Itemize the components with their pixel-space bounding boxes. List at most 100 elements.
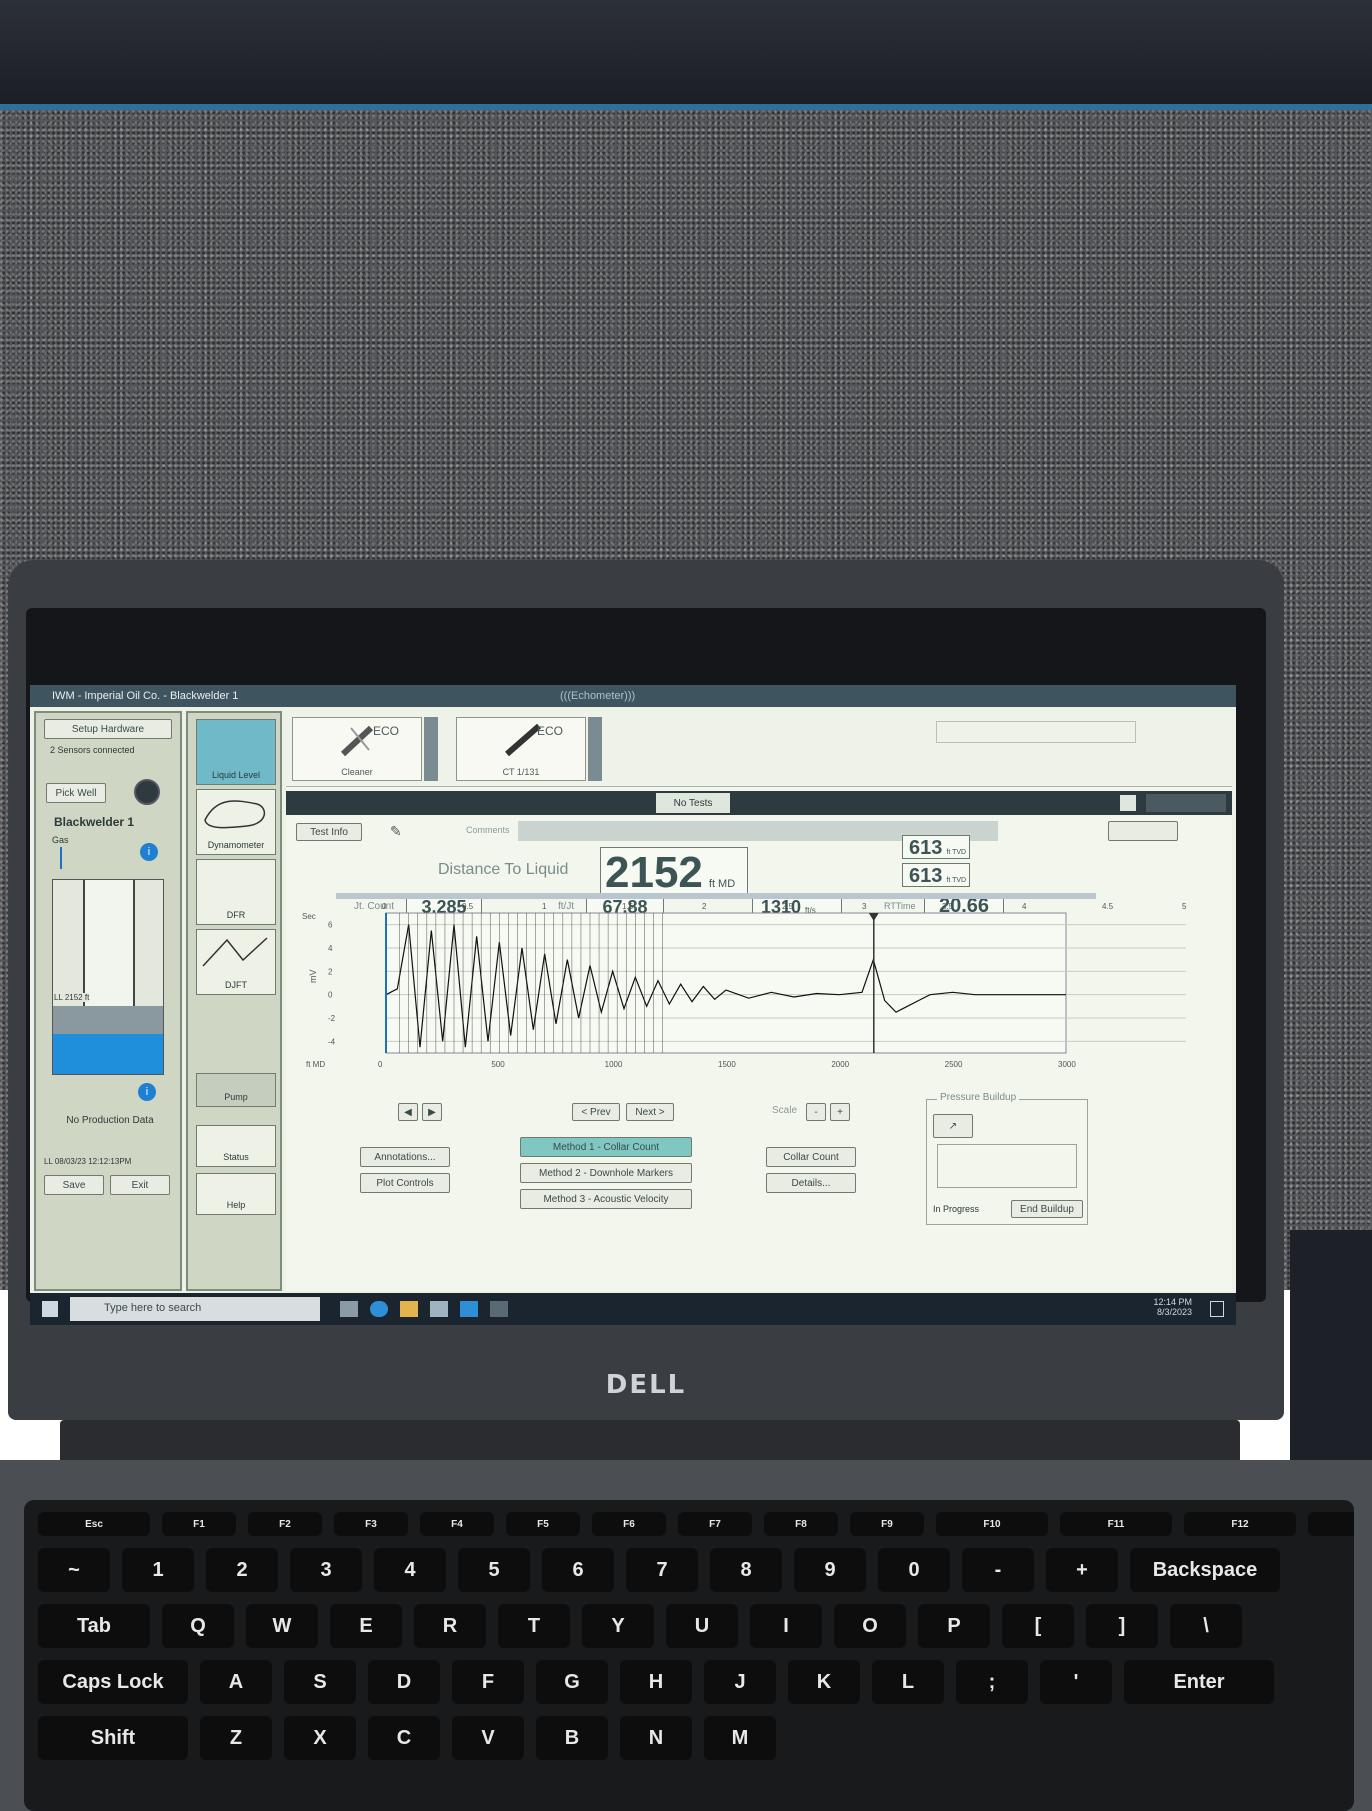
key-f5[interactable]: F5 — [506, 1512, 580, 1536]
info-icon-2[interactable]: i — [138, 1083, 156, 1101]
key-g[interactable]: G — [536, 1660, 608, 1704]
test-info-button[interactable]: Test Info — [296, 823, 362, 841]
scale-down-button[interactable]: - — [806, 1103, 826, 1121]
key-0[interactable]: 0 — [878, 1548, 950, 1592]
new-test-icon[interactable] — [1120, 795, 1136, 811]
key-m[interactable]: M — [704, 1716, 776, 1760]
tool-help[interactable]: Help — [196, 1173, 276, 1215]
key-v[interactable]: V — [452, 1716, 524, 1760]
mail-icon[interactable] — [460, 1301, 478, 1317]
key-9[interactable]: 9 — [794, 1548, 866, 1592]
key-[interactable]: + — [1046, 1548, 1118, 1592]
file-explorer-icon[interactable] — [400, 1301, 418, 1317]
key-prtscr[interactable]: PrtScr — [1308, 1512, 1354, 1536]
plot-controls-button[interactable]: Plot Controls — [360, 1173, 450, 1193]
setup-hardware-button[interactable]: Setup Hardware — [44, 719, 172, 739]
key-enter[interactable]: Enter — [1124, 1660, 1274, 1704]
key-y[interactable]: Y — [582, 1604, 654, 1648]
key-o[interactable]: O — [834, 1604, 906, 1648]
key-l[interactable]: L — [872, 1660, 944, 1704]
key-f2[interactable]: F2 — [248, 1512, 322, 1536]
key-r[interactable]: R — [414, 1604, 486, 1648]
key-f3[interactable]: F3 — [334, 1512, 408, 1536]
key-z[interactable]: Z — [200, 1716, 272, 1760]
key-[interactable]: [ — [1002, 1604, 1074, 1648]
key-f6[interactable]: F6 — [592, 1512, 666, 1536]
key-f4[interactable]: F4 — [420, 1512, 494, 1536]
key-q[interactable]: Q — [162, 1604, 234, 1648]
key-j[interactable]: J — [704, 1660, 776, 1704]
key-a[interactable]: A — [200, 1660, 272, 1704]
key-f10[interactable]: F10 — [936, 1512, 1048, 1536]
tool-dynamometer[interactable]: Dynamometer — [196, 789, 276, 855]
key-backspace[interactable]: Backspace — [1130, 1548, 1280, 1592]
key-e[interactable]: E — [330, 1604, 402, 1648]
tool-djft[interactable]: DJFT — [196, 929, 276, 995]
key-shift[interactable]: Shift — [38, 1716, 188, 1760]
exit-button[interactable]: Exit — [110, 1175, 170, 1195]
key-5[interactable]: 5 — [458, 1548, 530, 1592]
buildup-start-icon[interactable]: ↗ — [933, 1114, 973, 1138]
key-capslock[interactable]: Caps Lock — [38, 1660, 188, 1704]
key-[interactable]: ] — [1086, 1604, 1158, 1648]
comments-button[interactable] — [1108, 821, 1178, 841]
zoom-out-button[interactable]: ◀ — [398, 1103, 418, 1121]
collar-count-button[interactable]: Collar Count — [766, 1147, 856, 1167]
prev-button[interactable]: < Prev — [572, 1103, 620, 1121]
key-f[interactable]: F — [452, 1660, 524, 1704]
tool-status[interactable]: Status — [196, 1125, 276, 1167]
key-p[interactable]: P — [918, 1604, 990, 1648]
key-h[interactable]: H — [620, 1660, 692, 1704]
store-icon[interactable] — [430, 1301, 448, 1317]
key-1[interactable]: 1 — [122, 1548, 194, 1592]
key-s[interactable]: S — [284, 1660, 356, 1704]
key-tab[interactable]: Tab — [38, 1604, 150, 1648]
key-esc[interactable]: Esc — [38, 1512, 150, 1536]
sensor-slider-2[interactable] — [588, 717, 602, 781]
key-f12[interactable]: F12 — [1184, 1512, 1296, 1536]
end-buildup-button[interactable]: End Buildup — [1011, 1200, 1083, 1218]
key-f1[interactable]: F1 — [162, 1512, 236, 1536]
tool-dfr[interactable]: DFR — [196, 859, 276, 925]
key-x[interactable]: X — [284, 1716, 356, 1760]
edge-icon[interactable] — [370, 1301, 388, 1317]
tab-action-button[interactable] — [1146, 794, 1226, 812]
key-3[interactable]: 3 — [290, 1548, 362, 1592]
edit-icon[interactable]: ✎ — [390, 823, 402, 840]
annotations-button[interactable]: Annotations... — [360, 1147, 450, 1167]
key-8[interactable]: 8 — [710, 1548, 782, 1592]
key-6[interactable]: 6 — [542, 1548, 614, 1592]
key-u[interactable]: U — [666, 1604, 738, 1648]
app-icon[interactable] — [490, 1301, 508, 1317]
pick-well-button[interactable]: Pick Well — [46, 783, 106, 803]
taskbar-search[interactable]: Type here to search — [70, 1297, 320, 1321]
key-b[interactable]: B — [536, 1716, 608, 1760]
key-i[interactable]: I — [750, 1604, 822, 1648]
key-[interactable]: \ — [1170, 1604, 1242, 1648]
key-[interactable]: ; — [956, 1660, 1028, 1704]
method-2-button[interactable]: Method 2 - Downhole Markers — [520, 1163, 692, 1183]
key-[interactable]: ' — [1040, 1660, 1112, 1704]
key-n[interactable]: N — [620, 1716, 692, 1760]
key-t[interactable]: T — [498, 1604, 570, 1648]
notifications-icon[interactable] — [1210, 1301, 1224, 1317]
method-1-button[interactable]: Method 1 - Collar Count — [520, 1137, 692, 1157]
key-4[interactable]: 4 — [374, 1548, 446, 1592]
scale-up-button[interactable]: + — [830, 1103, 850, 1121]
task-view-icon[interactable] — [340, 1301, 358, 1317]
key-2[interactable]: 2 — [206, 1548, 278, 1592]
key-c[interactable]: C — [368, 1716, 440, 1760]
sensor-card-1[interactable]: ECO Cleaner — [292, 717, 422, 781]
tool-pump[interactable]: Pump — [196, 1073, 276, 1107]
key-7[interactable]: 7 — [626, 1548, 698, 1592]
key-f9[interactable]: F9 — [850, 1512, 924, 1536]
taskbar-clock[interactable]: 12:14 PM 8/3/2023 — [1153, 1297, 1192, 1317]
key-[interactable]: - — [962, 1548, 1034, 1592]
info-icon[interactable]: i — [140, 843, 158, 861]
sensor-slider[interactable] — [424, 717, 438, 781]
key-f8[interactable]: F8 — [764, 1512, 838, 1536]
key-[interactable]: ~ — [38, 1548, 110, 1592]
next-button[interactable]: Next > — [626, 1103, 674, 1121]
key-w[interactable]: W — [246, 1604, 318, 1648]
windows-start-icon[interactable] — [42, 1301, 58, 1317]
